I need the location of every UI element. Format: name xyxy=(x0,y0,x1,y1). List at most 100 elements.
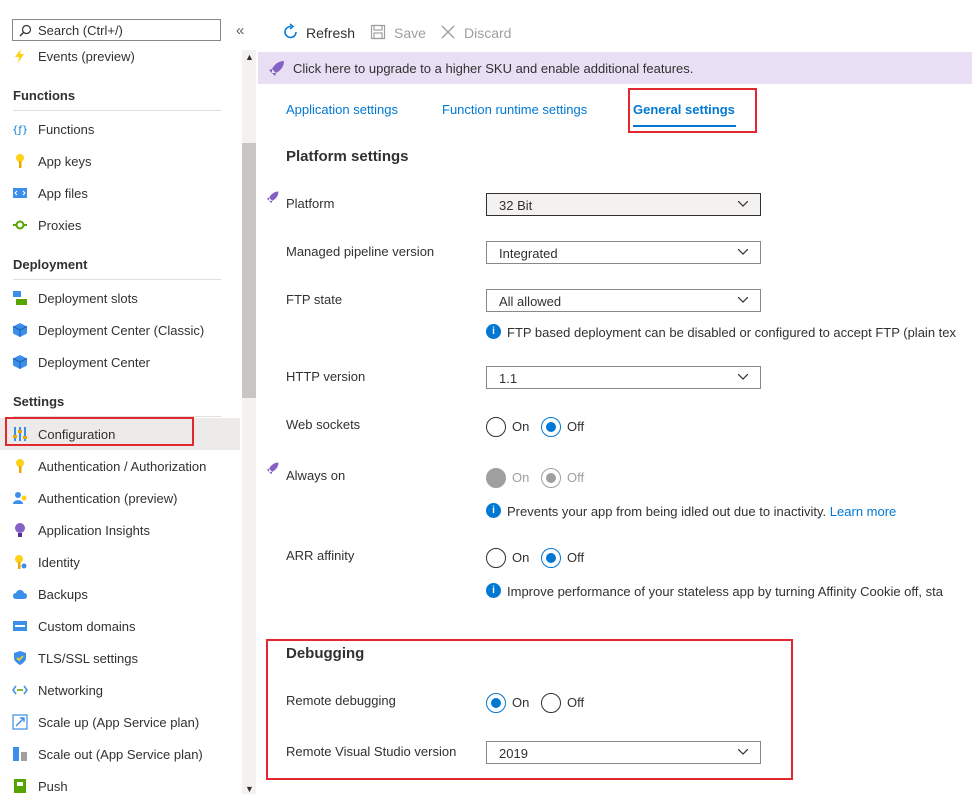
sidebar-item-authentication-authorization[interactable]: Authentication / Authorization xyxy=(0,450,240,482)
identity-icon xyxy=(15,555,27,569)
tab-application-settings[interactable]: Application settings xyxy=(286,102,398,117)
sidebar-item-scale-out[interactable]: Scale out (App Service plan) xyxy=(0,738,240,770)
radio-label-off: Off xyxy=(567,550,585,565)
sidebar-item-custom-domains[interactable]: Custom domains xyxy=(0,610,240,642)
chevron-down-icon xyxy=(738,749,748,755)
highlight-configuration xyxy=(5,417,194,446)
sidebar-item-tls-ssl[interactable]: TLS/SSL settings xyxy=(0,642,240,674)
cube-icon xyxy=(12,323,28,337)
always-on-info-text: Prevents your app from being idled out d… xyxy=(507,504,896,519)
sidebar-item-label: Proxies xyxy=(38,218,82,233)
sidebar-item-proxies[interactable]: Proxies xyxy=(0,209,240,241)
highlight-general-settings xyxy=(628,88,757,133)
always-on-info: Prevents your app from being idled out d… xyxy=(507,504,827,519)
deployment-slots-icon xyxy=(13,291,27,305)
chevron-down-icon xyxy=(738,249,748,255)
sidebar-item-label: Functions xyxy=(38,122,95,137)
sidebar-item-label: Identity xyxy=(38,555,80,570)
web-sockets-on-radio[interactable] xyxy=(486,417,506,437)
sidebar-item-events[interactable]: Events (preview) xyxy=(0,40,240,72)
tab-function-runtime-settings[interactable]: Function runtime settings xyxy=(442,102,587,117)
radio-label-on: On xyxy=(512,550,530,565)
remote-debugging-off-radio[interactable] xyxy=(541,693,561,713)
sidebar-item-label: Application Insights xyxy=(38,523,151,538)
section-header-deployment: Deployment xyxy=(13,257,88,272)
key-icon xyxy=(16,154,24,168)
sidebar-item-scale-up[interactable]: Scale up (App Service plan) xyxy=(0,706,240,738)
scroll-up-arrow-icon[interactable]: ▲ xyxy=(245,52,254,62)
remote-debugging-on-radio[interactable] xyxy=(486,693,506,713)
info-icon: i xyxy=(486,583,501,598)
rocket-icon xyxy=(266,462,279,475)
sidebar-item-deployment-center-classic[interactable]: Deployment Center (Classic) xyxy=(0,314,240,346)
sidebar-item-functions[interactable]: {ƒ} Functions xyxy=(0,113,240,145)
arr-affinity-label: ARR affinity xyxy=(286,548,355,563)
domain-icon xyxy=(13,621,27,631)
web-sockets-off-radio[interactable] xyxy=(541,417,561,437)
radio-label-on: On xyxy=(512,470,530,485)
refresh-icon xyxy=(284,23,297,39)
sidebar-item-networking[interactable]: Networking xyxy=(0,674,240,706)
ftp-state-dropdown[interactable]: All allowed xyxy=(486,289,761,312)
scroll-down-arrow-icon[interactable]: ▼ xyxy=(245,784,254,794)
remote-vs-version-dropdown[interactable]: 2019 xyxy=(486,741,761,764)
sidebar-item-identity[interactable]: Identity xyxy=(0,546,240,578)
sidebar-item-backups[interactable]: Backups xyxy=(0,578,240,610)
learn-more-link[interactable]: Learn more xyxy=(830,504,896,519)
search-input[interactable]: Search (Ctrl+/) xyxy=(12,19,221,41)
divider xyxy=(13,110,221,111)
sidebar-item-label: Authentication / Authorization xyxy=(38,459,207,474)
arr-affinity-on-radio[interactable] xyxy=(486,548,506,568)
upgrade-banner[interactable]: Click here to upgrade to a higher SKU an… xyxy=(258,52,972,84)
cloud-icon xyxy=(13,590,27,599)
save-icon xyxy=(370,24,386,40)
divider xyxy=(13,279,221,280)
arr-affinity-off-radio[interactable] xyxy=(541,548,561,568)
ftp-state-label: FTP state xyxy=(286,292,343,307)
managed-pipeline-dropdown[interactable]: Integrated xyxy=(486,241,761,264)
refresh-label: Refresh xyxy=(306,25,356,41)
sidebar-item-authentication-preview[interactable]: Authentication (preview) xyxy=(0,482,240,514)
sidebar-item-label: Scale up (App Service plan) xyxy=(38,715,200,730)
sidebar-item-label: Deployment Center xyxy=(38,355,150,370)
web-sockets-label: Web sockets xyxy=(286,417,361,432)
dropdown-value: 1.1 xyxy=(499,371,518,386)
sidebar-item-label: Custom domains xyxy=(38,619,136,634)
sidebar-item-app-keys[interactable]: App keys xyxy=(0,145,240,177)
dropdown-value: 32 Bit xyxy=(499,198,533,213)
sidebar-item-label: Networking xyxy=(38,683,104,698)
always-on-label: Always on xyxy=(286,468,346,483)
proxy-icon xyxy=(13,220,27,230)
always-on-on-radio[interactable] xyxy=(486,468,506,488)
sidebar-item-label: Backups xyxy=(38,587,88,602)
dropdown-value: All allowed xyxy=(499,294,562,309)
sidebar-item-deployment-center[interactable]: Deployment Center xyxy=(0,346,240,378)
discard-label: Discard xyxy=(464,25,512,41)
chevron-down-icon xyxy=(738,201,748,207)
always-on-off-radio[interactable] xyxy=(541,468,561,488)
managed-pipeline-label: Managed pipeline version xyxy=(286,244,435,259)
sidebar-item-application-insights[interactable]: Application Insights xyxy=(0,514,240,546)
svg-text:{ƒ}: {ƒ} xyxy=(12,125,28,136)
search-icon xyxy=(19,24,32,37)
sidebar-item-label: TLS/SSL settings xyxy=(38,651,138,666)
sidebar-item-push[interactable]: Push xyxy=(0,770,240,802)
remote-debugging-label: Remote debugging xyxy=(286,693,396,708)
info-icon: i xyxy=(486,503,501,518)
arr-info-text: Improve performance of your stateless ap… xyxy=(507,584,943,599)
search-placeholder: Search (Ctrl+/) xyxy=(38,23,123,38)
radio-label-on: On xyxy=(512,695,530,710)
platform-dropdown[interactable]: 32 Bit xyxy=(486,193,761,216)
collapse-sidebar-button[interactable]: « xyxy=(236,22,244,39)
sidebar-item-label: App keys xyxy=(38,154,92,169)
users-icon xyxy=(13,492,27,504)
sidebar-item-label: Events (preview) xyxy=(38,49,135,64)
sidebar-item-deployment-slots[interactable]: Deployment slots xyxy=(0,282,240,314)
sidebar-item-label: Deployment Center (Classic) xyxy=(38,323,205,338)
sidebar-item-app-files[interactable]: App files xyxy=(0,177,240,209)
sidebar-scrollbar-thumb[interactable] xyxy=(242,143,256,398)
save-label: Save xyxy=(394,25,426,41)
http-version-dropdown[interactable]: 1.1 xyxy=(486,366,761,389)
cube-icon xyxy=(12,355,28,369)
dropdown-value: 2019 xyxy=(499,746,528,761)
